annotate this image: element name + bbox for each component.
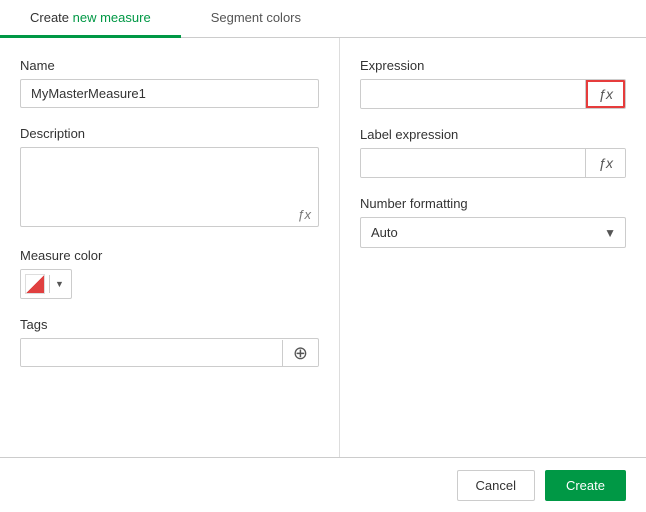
cancel-button[interactable]: Cancel xyxy=(457,470,535,501)
measure-color-field-group: Measure color ▼ xyxy=(20,248,319,299)
expression-label: Expression xyxy=(360,58,626,73)
left-panel: Name Description ƒx Measure color ▼ Tags xyxy=(0,38,340,457)
color-dropdown-arrow-icon: ▼ xyxy=(49,275,69,293)
number-formatting-select[interactable]: Auto Number Money Date Duration Custom xyxy=(360,217,626,248)
tags-input[interactable] xyxy=(21,339,282,366)
number-formatting-label: Number formatting xyxy=(360,196,626,211)
tab-bar: Create new measure Segment colors xyxy=(0,0,646,38)
tags-add-button[interactable]: ⊕ xyxy=(282,340,318,366)
create-button[interactable]: Create xyxy=(545,470,626,501)
main-content: Name Description ƒx Measure color ▼ Tags xyxy=(0,38,646,457)
color-swatch-inner xyxy=(25,274,45,294)
name-input[interactable] xyxy=(20,79,319,108)
label-expression-row: ƒx xyxy=(360,148,626,178)
tab-segment-colors-label: Segment colors xyxy=(211,10,301,25)
expression-field-group: Expression ƒx xyxy=(360,58,626,109)
name-label: Name xyxy=(20,58,319,73)
tab-create-measure[interactable]: Create new measure xyxy=(0,0,181,38)
name-field-group: Name xyxy=(20,58,319,108)
tags-field-group: Tags ⊕ xyxy=(20,317,319,367)
label-expression-label: Label expression xyxy=(360,127,626,142)
tab-create-measure-label-highlight: new measure xyxy=(73,10,151,25)
description-wrapper: ƒx xyxy=(20,147,319,230)
expression-row: ƒx xyxy=(360,79,626,109)
number-formatting-field-group: Number formatting Auto Number Money Date… xyxy=(360,196,626,248)
color-swatch xyxy=(21,270,49,298)
label-expression-field-group: Label expression ƒx xyxy=(360,127,626,178)
footer: Cancel Create xyxy=(0,457,646,512)
description-input[interactable] xyxy=(20,147,319,227)
number-formatting-select-wrapper: Auto Number Money Date Duration Custom ▼ xyxy=(360,217,626,248)
expression-input[interactable] xyxy=(361,80,585,108)
description-label: Description xyxy=(20,126,319,141)
color-picker-button[interactable]: ▼ xyxy=(20,269,72,299)
tab-create-measure-label-prefix: Create xyxy=(30,10,73,25)
tab-segment-colors[interactable]: Segment colors xyxy=(181,0,331,38)
tags-label: Tags xyxy=(20,317,319,332)
measure-color-label: Measure color xyxy=(20,248,319,263)
right-panel: Expression ƒx Label expression ƒx Number… xyxy=(340,38,646,457)
description-field-group: Description ƒx xyxy=(20,126,319,230)
expression-fx-button[interactable]: ƒx xyxy=(585,80,625,108)
label-expression-fx-button[interactable]: ƒx xyxy=(585,149,625,177)
description-fx-icon[interactable]: ƒx xyxy=(297,207,311,222)
label-expression-input[interactable] xyxy=(361,149,585,177)
tags-row: ⊕ xyxy=(20,338,319,367)
